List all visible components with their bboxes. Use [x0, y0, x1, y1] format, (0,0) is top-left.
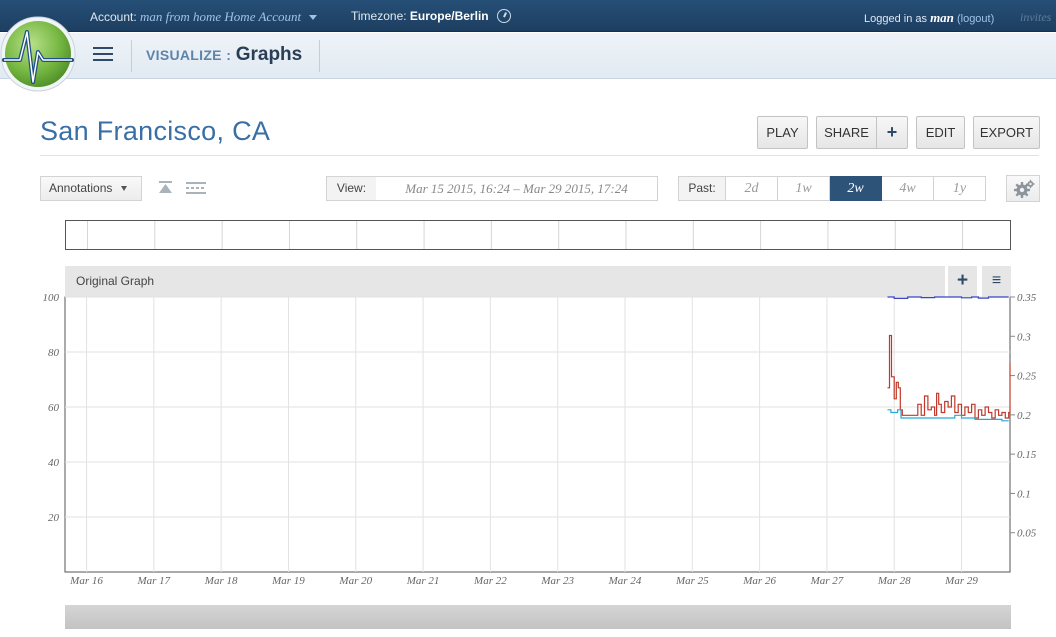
account-label: Account:	[90, 10, 137, 24]
y-left-tick-label: 40	[48, 457, 60, 469]
top-bar: Account: man from home Home Account Time…	[0, 0, 1056, 32]
chevron-down-icon	[120, 186, 127, 192]
clock-icon[interactable]	[496, 9, 511, 23]
x-tick-label: Mar 28	[877, 575, 911, 587]
edit-button[interactable]: EDIT	[916, 116, 965, 149]
y-right-tick-label: 0.2	[1017, 410, 1031, 422]
divider	[131, 40, 132, 72]
annotations-label: Annotations	[49, 181, 113, 195]
x-tick-label: Mar 26	[742, 575, 776, 587]
account-value[interactable]: man from home Home Account	[140, 9, 301, 24]
x-tick-label: Mar 21	[406, 575, 440, 587]
plot-area	[64, 296, 1011, 573]
x-tick-label: Mar 18	[204, 575, 238, 587]
timezone-value: Europe/Berlin	[409, 9, 489, 23]
x-tick-label: Mar 24	[608, 575, 642, 587]
timezone-label: Timezone:	[351, 9, 407, 23]
page-title: San Francisco, CA	[40, 116, 271, 146]
divider	[319, 40, 320, 72]
share-button[interactable]: SHARE	[816, 116, 877, 149]
annotations-dropdown[interactable]: Annotations	[40, 176, 142, 201]
horizontal-scrollbar[interactable]	[65, 605, 1011, 629]
settings-button[interactable]	[1006, 175, 1040, 202]
title-divider	[40, 155, 1039, 156]
menu-icon[interactable]	[93, 47, 113, 63]
range-2w-button[interactable]: 2w	[830, 176, 882, 201]
collapse-up-icon[interactable]	[156, 180, 176, 196]
app-logo[interactable]	[0, 12, 76, 96]
breadcrumb-page: Graphs	[235, 44, 303, 65]
account-selector[interactable]: Account: man from home Home Account	[90, 9, 318, 25]
y-right-tick-label: 0.3	[1017, 331, 1031, 343]
x-tick-label: Mar 23	[540, 575, 574, 587]
x-tick-label: Mar 29	[944, 575, 978, 587]
past-label: Past:	[678, 176, 726, 201]
y-right-tick-label: 0.25	[1017, 371, 1037, 383]
y-right-tick-label: 0.05	[1017, 528, 1037, 540]
view-label: View:	[326, 176, 377, 201]
invites-link[interactable]: invites	[1020, 10, 1051, 25]
y-right-tick-label: 0.15	[1017, 449, 1037, 461]
y-left-tick-label: 100	[43, 292, 60, 304]
y-left-tick-label: 60	[48, 402, 60, 414]
x-tick-label: Mar 25	[675, 575, 709, 587]
x-tick-label: Mar 27	[810, 575, 844, 587]
breadcrumb-section[interactable]: VISUALIZE	[146, 47, 222, 63]
chevron-down-icon[interactable]	[309, 15, 318, 21]
y-right-tick-label: 0.1	[1017, 488, 1031, 500]
x-tick-label: Mar 16	[69, 575, 103, 587]
annotation-lines-icon[interactable]	[186, 180, 206, 196]
navigator-grid	[87, 221, 964, 249]
logged-in-label: Logged in as	[864, 13, 927, 25]
x-tick-label: Mar 17	[136, 575, 170, 587]
login-status: Logged in as man (logout)	[864, 10, 994, 26]
breadcrumb-separator: :	[226, 47, 232, 63]
logout-link[interactable]: (logout)	[957, 13, 994, 25]
gear-icon	[1014, 179, 1035, 198]
y-left-tick-label: 20	[48, 512, 60, 524]
line-chart[interactable]: Mar 16 Mar 17 Mar 18 Mar 19 Mar 20 Mar 21 Mar …	[0, 285, 1056, 595]
time-navigator[interactable]	[65, 220, 1011, 250]
breadcrumb: VISUALIZE : Graphs	[146, 44, 302, 66]
share-add-button[interactable]: +	[876, 116, 908, 149]
range-2d-button[interactable]: 2d	[726, 176, 778, 201]
username: man	[930, 10, 954, 25]
x-tick-label: Mar 20	[338, 575, 372, 587]
play-button[interactable]: PLAY	[757, 116, 808, 149]
range-1y-button[interactable]: 1y	[934, 176, 986, 201]
x-tick-label: Mar 19	[271, 575, 305, 587]
range-1w-button[interactable]: 1w	[778, 176, 830, 201]
timezone-display[interactable]: Timezone: Europe/Berlin	[351, 9, 511, 23]
y-left-tick-label: 80	[48, 347, 60, 359]
x-tick-label: Mar 22	[473, 575, 507, 587]
view-range-input[interactable]: Mar 15 2015, 16:24 – Mar 29 2015, 17:24	[376, 176, 658, 201]
y-right-tick-label: 0.35	[1017, 292, 1037, 304]
range-4w-button[interactable]: 4w	[882, 176, 934, 201]
export-button[interactable]: EXPORT	[973, 116, 1040, 149]
